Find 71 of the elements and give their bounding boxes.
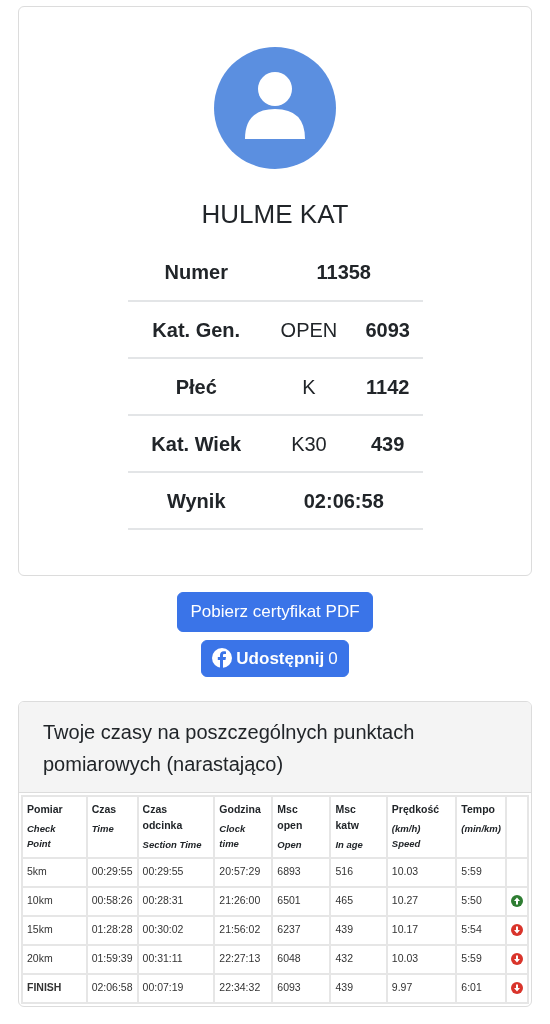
table-cell: 00:31:11 bbox=[137, 944, 215, 974]
column-header: Czas Time bbox=[86, 796, 138, 858]
column-header: Czas odcinka Section Time bbox=[137, 796, 215, 858]
stat-category: OPEN bbox=[280, 318, 338, 341]
arrow-down-icon bbox=[510, 924, 523, 937]
column-header: Godzina Clock time bbox=[214, 796, 273, 858]
stat-label: Kat. Wiek bbox=[151, 432, 242, 455]
stat-place: 1142 bbox=[366, 375, 410, 398]
table-cell: 10.27 bbox=[386, 886, 457, 916]
table-cell: 01:59:39 bbox=[86, 944, 138, 974]
table-cell: 02:06:58 bbox=[86, 973, 138, 1003]
table-cell: 22:27:13 bbox=[214, 944, 273, 974]
table-cell: 10km bbox=[22, 886, 87, 916]
table-cell: 10.17 bbox=[386, 915, 457, 945]
arrow-down-icon bbox=[510, 953, 523, 966]
stat-value: 02:06:58 bbox=[303, 489, 384, 512]
column-header: Tempo (min/km) bbox=[456, 796, 506, 858]
table-cell: 5:59 bbox=[456, 857, 506, 887]
share-button[interactable]: Udostępnij 0 bbox=[201, 639, 349, 677]
table-cell: 432 bbox=[330, 944, 387, 974]
avatar-icon bbox=[214, 47, 336, 169]
table-cell: 22:34:32 bbox=[214, 973, 273, 1003]
table-cell: 00:30:02 bbox=[137, 915, 215, 945]
table-cell: 516 bbox=[330, 857, 387, 887]
table-cell: 6048 bbox=[272, 944, 331, 974]
table-cell: 6093 bbox=[272, 973, 331, 1003]
stat-label: Kat. Gen. bbox=[152, 318, 241, 341]
certificate-button[interactable]: Pobierz certyfikat PDF bbox=[177, 592, 373, 632]
table-cell: 465 bbox=[330, 886, 387, 916]
table-cell: 00:29:55 bbox=[137, 857, 215, 887]
stat-category: K30 bbox=[291, 432, 327, 455]
table-cell: 00:28:31 bbox=[137, 886, 215, 916]
table-cell: 20:57:29 bbox=[214, 857, 273, 887]
table-cell: 5:59 bbox=[456, 944, 506, 974]
stat-label: Wynik bbox=[166, 489, 226, 512]
table-cell: 6893 bbox=[272, 857, 331, 887]
arrow-up-icon bbox=[510, 895, 523, 908]
column-header: Msc open Open bbox=[272, 796, 331, 858]
splits-title: Twoje czasy na poszczególnych punktach pomiarowych (narastająco) bbox=[43, 721, 415, 775]
table-cell: 5km bbox=[22, 857, 87, 887]
arrow-down-icon bbox=[510, 982, 523, 995]
stat-place: 6093 bbox=[365, 318, 410, 341]
table-cell: 21:56:02 bbox=[214, 915, 273, 945]
table-cell: 00:29:55 bbox=[86, 857, 138, 887]
table-cell: 01:28:28 bbox=[86, 915, 138, 945]
table-cell: 5:50 bbox=[456, 886, 506, 916]
table-cell: 15km bbox=[22, 915, 87, 945]
table-cell: 439 bbox=[330, 973, 387, 1003]
table-cell: 10.03 bbox=[386, 857, 457, 887]
column-header: Pomiar Check Point bbox=[22, 796, 87, 858]
stat-category: K bbox=[302, 375, 316, 398]
stat-place: 439 bbox=[371, 432, 405, 455]
table-cell: 00:58:26 bbox=[86, 886, 138, 916]
table-cell: 6:01 bbox=[456, 973, 506, 1003]
table-cell: 6501 bbox=[272, 886, 331, 916]
stat-label: Płeć bbox=[175, 375, 217, 398]
table-cell: 6237 bbox=[272, 915, 331, 945]
facebook-icon bbox=[212, 648, 233, 669]
column-header: Msc katw In age bbox=[330, 796, 387, 858]
table-cell: FINISH bbox=[22, 973, 87, 1003]
table-cell: 10.03 bbox=[386, 944, 457, 974]
stat-label: Numer bbox=[164, 261, 228, 283]
table-cell: 21:26:00 bbox=[214, 886, 273, 916]
table-cell: 00:07:19 bbox=[137, 973, 215, 1003]
table-cell: 9.97 bbox=[386, 973, 457, 1003]
column-header: Prędkość (km/h) Speed bbox=[386, 796, 457, 858]
table-cell: 439 bbox=[330, 915, 387, 945]
table-cell: 20km bbox=[22, 944, 87, 974]
table-cell: 5:54 bbox=[456, 915, 506, 945]
stat-value: 11358 bbox=[316, 261, 371, 283]
runner-name: HULME KAT bbox=[200, 198, 350, 231]
